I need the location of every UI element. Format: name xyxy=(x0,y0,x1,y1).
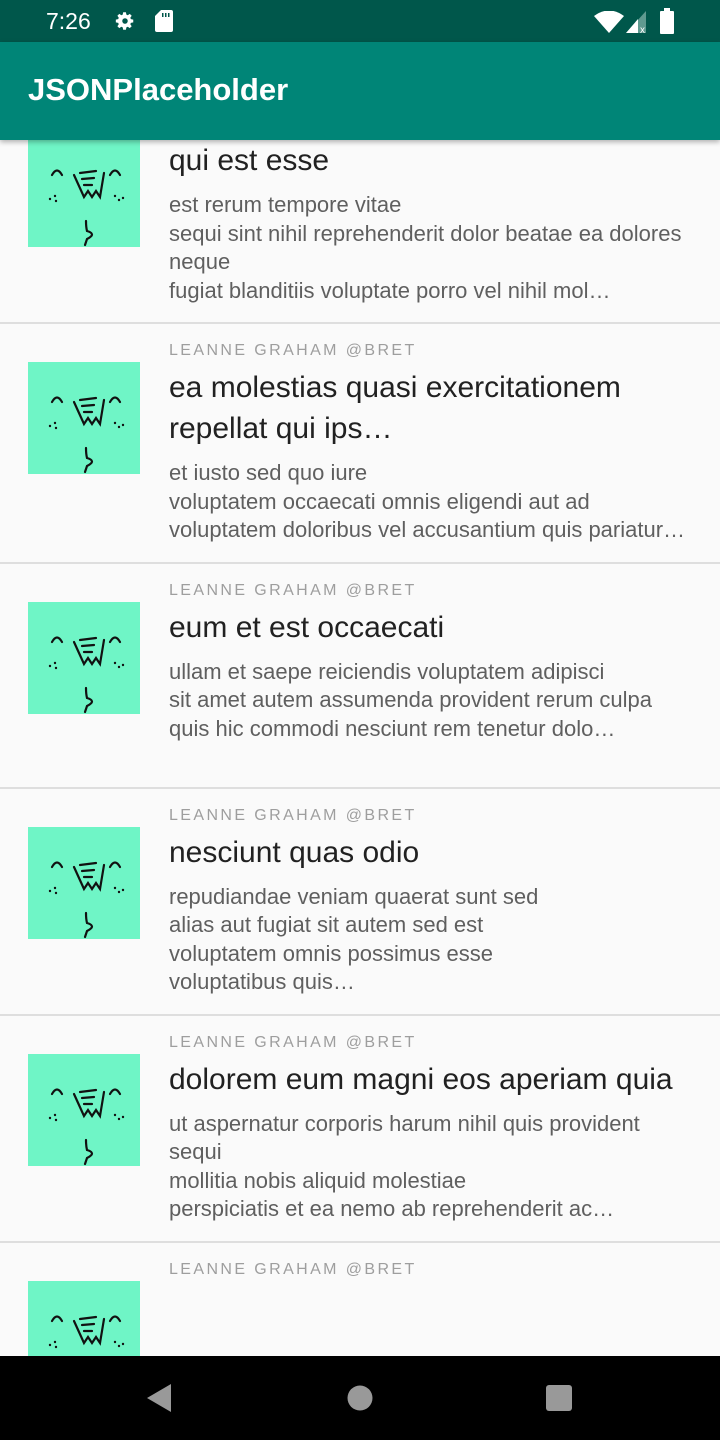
post-author: LEANNE GRAHAM @BRET xyxy=(169,1033,417,1051)
avatar xyxy=(28,1280,140,1356)
post-body: ullam et saepe reiciendis voluptatem adi… xyxy=(169,658,653,741)
post-list[interactable]: LEANNE GRAHAM @BRET qui est esse est rer… xyxy=(0,140,720,1356)
post-list-item[interactable]: LEANNE GRAHAM @BRET nesciunt quas odio r… xyxy=(0,789,720,1016)
post-title: dolorem eum magni eos aperiam quia xyxy=(169,1062,673,1096)
sd-card-icon xyxy=(155,10,173,32)
post-list-item[interactable]: LEANNE GRAHAM @BRET qui est esse est rer… xyxy=(0,140,720,324)
post-list-item[interactable]: LEANNE GRAHAM @BRET xyxy=(0,1243,720,1356)
post-author: LEANNE GRAHAM @BRET xyxy=(169,581,417,599)
post-list-item[interactable]: LEANNE GRAHAM @BRET dolorem eum magni eo… xyxy=(0,1016,720,1243)
post-author: LEANNE GRAHAM @BRET xyxy=(169,806,417,824)
app-title: JSONPlaceholder xyxy=(28,72,289,107)
signal-no-data-icon: x xyxy=(626,11,646,33)
post-author: LEANNE GRAHAM @BRET xyxy=(169,342,417,359)
post-list-item[interactable]: LEANNE GRAHAM @BRET ea molestias quasi e… xyxy=(0,324,720,564)
post-list-item[interactable]: LEANNE GRAHAM @BRET eum et est occaecati… xyxy=(0,564,720,789)
post-body: et iusto sed quo iure voluptatem occaeca… xyxy=(169,460,686,542)
gear-icon xyxy=(115,12,134,30)
post-title: eum et est occaecati xyxy=(169,610,445,644)
app-bar: JSONPlaceholder xyxy=(0,42,720,140)
post-body: repudiandae veniam quaerat sunt sed alia… xyxy=(169,883,539,995)
avatar xyxy=(28,1053,140,1166)
wifi-icon xyxy=(594,11,624,33)
avatar xyxy=(28,140,140,247)
post-title: nesciunt quas odio xyxy=(169,835,420,869)
post-body: ut aspernatur corporis harum nihil quis … xyxy=(169,1110,640,1222)
post-title: qui est esse xyxy=(169,144,330,177)
post-title: ea molestias quasi exercitationem repell… xyxy=(169,371,621,445)
post-body: est rerum tempore vitae sequi sint nihil… xyxy=(169,192,682,303)
clock: 7:26 xyxy=(46,8,91,34)
post-author: LEANNE GRAHAM @BRET xyxy=(169,1260,417,1278)
navigation-bar xyxy=(0,1356,720,1440)
status-bar: 7:26 x xyxy=(0,0,720,42)
svg-text:x: x xyxy=(640,25,645,33)
battery-icon xyxy=(660,8,674,34)
avatar xyxy=(28,826,140,939)
avatar xyxy=(28,362,140,474)
back-icon[interactable] xyxy=(145,1383,173,1413)
home-icon[interactable] xyxy=(346,1384,374,1412)
avatar xyxy=(28,601,140,714)
recents-icon[interactable] xyxy=(545,1384,573,1412)
